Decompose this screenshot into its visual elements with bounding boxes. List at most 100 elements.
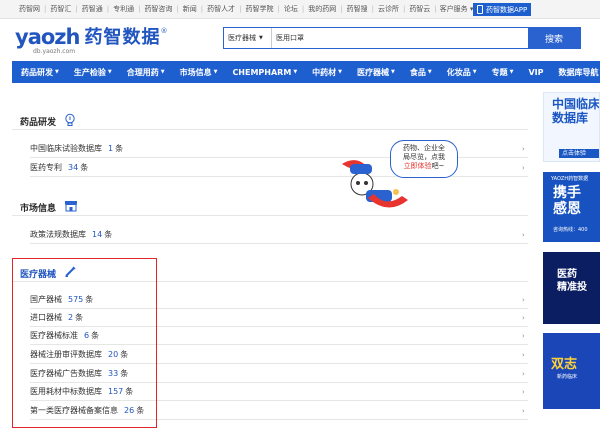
ad-cta-button[interactable]: 点击体验 [559,149,599,158]
chevron-right-icon: › [522,296,525,304]
db-row-count[interactable]: 14 [92,230,102,239]
nav-label: 生产检验 [73,67,106,77]
bubble-tail: 吧~ [431,162,445,170]
nav-label: 中药材 [312,67,337,77]
ad-line: 携手 [553,185,581,201]
site-logo[interactable]: yaozh db.yaozh.com 药智数据 ® [15,25,168,56]
header: yaozh db.yaozh.com 药智数据 ® 医疗器械 ▼ 医用口罩 搜索 [0,19,600,61]
top-link[interactable]: 云诊所 [374,4,403,14]
ad-line: 数据库 [552,111,589,125]
search-category-select[interactable]: 医疗器械 ▼ [224,28,272,48]
chevron-right-icon: › [522,164,525,172]
search-bar: 医疗器械 ▼ 医用口罩 搜索 [223,27,581,49]
nav-label: 数据库导航 [558,67,599,77]
db-row-count[interactable]: 1 [108,144,113,153]
ad-banner-clinical[interactable]: 中国临床 数据库 点击体验 [543,92,600,162]
ad-banner-double[interactable]: 双志 新药临床 [543,333,600,409]
top-link[interactable]: 药智人才 [203,4,239,14]
bubble-cta[interactable]: 立即体验 [404,162,432,170]
chevron-down-icon: ▼ [213,69,218,75]
ad-banner-thanks[interactable]: YAOZH药智数据 携手 感恩 咨询热线：400 [543,172,600,242]
top-link[interactable]: 专利通 [109,4,138,14]
nav-item-market[interactable]: 市场信息 ▼ [171,67,224,78]
promo-bubble[interactable]: 药物、企业全 局尽览，点我 立即体验吧~ [390,140,458,178]
top-link[interactable]: 药智云 [405,4,434,14]
nav-label: 医疗器械 [357,67,390,77]
top-link[interactable]: 论坛 [280,4,302,14]
top-link[interactable]: 药智汇 [46,4,75,14]
nav-item-production[interactable]: 生产检验 ▼ [65,67,118,78]
search-category-value: 医疗器械 [228,34,256,42]
ad-line: 精准投 [557,282,587,293]
top-link[interactable]: 药智通 [78,4,107,14]
section-title-market: 市场信息 [20,200,78,215]
logo-reg: ® [160,27,168,35]
chevron-right-icon: › [522,388,525,396]
storefront-icon [64,200,78,215]
top-link[interactable]: 药智学院 [242,4,278,14]
nav-item-chempharm[interactable]: CHEMPHARM ▼ [223,68,303,77]
ad-title: 携手 感恩 [553,185,581,217]
app-download-label: 药智数据APP [486,5,528,14]
db-row-label: 政策法规数据库 [30,230,86,239]
chevron-right-icon: › [522,407,525,415]
db-row-unit: 条 [115,144,124,153]
chevron-right-icon: › [522,145,525,153]
logo-en: yaozh [15,25,80,49]
search-input[interactable]: 医用口罩 [272,28,528,48]
top-links: 药智网 | 药智汇 | 药智通 | 专利通 | 药智咨询 | 新闻 | 药智人才 | 药智学院… [15,4,473,14]
app-download-button[interactable]: 药智数据APP [473,3,532,16]
bubble-line: 局尽览，点我 [403,153,445,161]
nav-label: VIP [528,67,544,77]
nav-item-vip[interactable]: VIP [519,68,549,77]
db-row-unit: 条 [104,230,113,239]
db-row[interactable]: 政策法规数据库 14 条 [30,229,112,240]
ad-title: 双志 [551,357,578,372]
db-row-count[interactable]: 34 [68,163,78,172]
chevron-down-icon: ▼ [338,69,343,75]
top-link[interactable]: 药智咨询 [140,4,176,14]
chevron-right-icon: › [522,231,525,239]
nav-label: 食品 [409,67,426,77]
section-title-text: 市场信息 [20,204,57,214]
top-link[interactable]: 我的药网 [304,4,340,14]
top-bar: 药智网 | 药智汇 | 药智通 | 专利通 | 药智咨询 | 新闻 | 药智人才 | 药智学院… [0,0,600,19]
top-link[interactable]: 新闻 [179,4,201,14]
chevron-right-icon: › [522,351,525,359]
chevron-down-icon: ▼ [427,69,432,75]
ad-line: 医药 [557,269,577,280]
top-link[interactable]: 药智网 [15,4,44,14]
ad-line: 中国临床 [552,97,600,111]
nav-item-db-nav[interactable]: 数据库导航 [550,67,600,78]
nav-item-drug-rd[interactable]: 药品研发 ▼ [12,67,65,78]
customer-service-label: 客户服务 [439,5,468,13]
highlight-box [12,258,157,428]
nav-item-herbs[interactable]: 中药材 ▼ [303,67,348,78]
db-row-label: 医药专利 [30,163,62,172]
db-row-unit: 条 [80,163,89,172]
chevron-down-icon: ▼ [160,69,165,75]
customer-service-menu[interactable]: 客户服务 ▾ [440,4,474,14]
db-row[interactable]: 中国临床试验数据库 1 条 [30,143,123,154]
top-link[interactable]: 药智搜 [343,4,372,14]
db-row[interactable]: 医药专利 34 条 [30,162,88,173]
nav-item-devices[interactable]: 医疗器械 ▼ [348,67,401,78]
nav-label: 合理用药 [126,67,159,77]
nav-item-topics[interactable]: 专题 ▼ [483,67,520,78]
chevron-down-icon: ▼ [293,69,298,75]
bulb-icon [64,113,76,130]
chevron-right-icon: › [522,332,525,340]
ad-banner-precision[interactable]: 医药 精准投 [543,252,600,324]
chevron-down-icon: ▼ [55,69,59,75]
separator: | [434,5,437,13]
nav-item-cosmetics[interactable]: 化妆品 ▼ [438,67,483,78]
chevron-down-icon: ▼ [509,69,514,75]
nav-label: 药品研发 [21,67,53,77]
nav-item-food[interactable]: 食品 ▼ [401,67,438,78]
chevron-down-icon: ▼ [391,69,395,75]
ad-title: 医药 精准投 [557,268,587,294]
search-button[interactable]: 搜索 [528,28,580,48]
bubble-cta-line: 立即体验吧~ [391,162,457,171]
nav-item-rational-use[interactable]: 合理用药 ▼ [118,67,171,78]
section-divider [12,129,528,130]
